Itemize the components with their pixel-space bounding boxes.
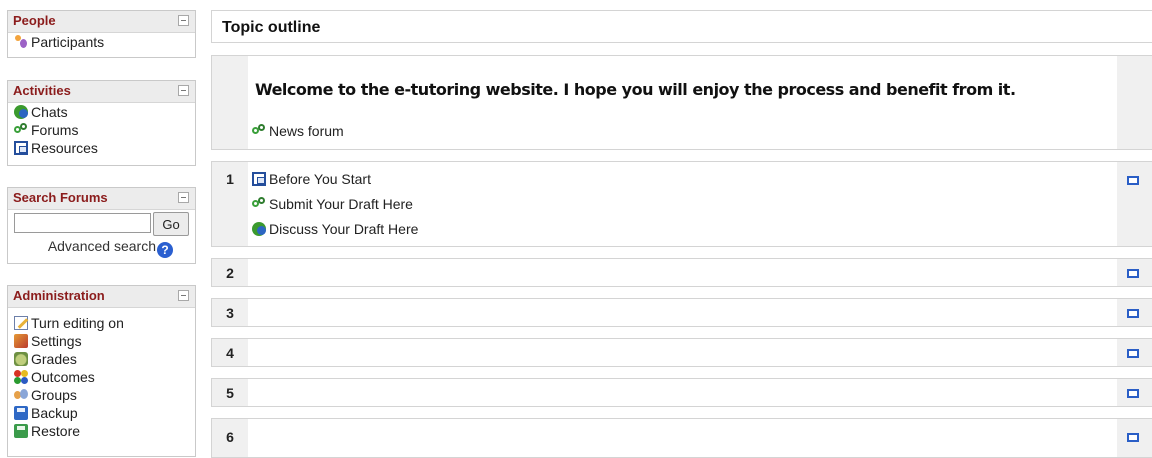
sidebar-item-turn-editing-on[interactable]: Turn editing on: [8, 314, 195, 332]
forum-icon: [252, 197, 266, 211]
sidebar-item-label: Turn editing on: [31, 315, 124, 331]
show-only-section-icon[interactable]: [1127, 309, 1139, 318]
administration-block-title: Administration: [13, 288, 105, 303]
people-block-title: People: [13, 13, 56, 28]
sidebar-item-settings[interactable]: Settings: [8, 332, 195, 350]
people-block-header: People: [8, 11, 195, 33]
section-number: 1: [226, 171, 234, 187]
settings-icon: [14, 334, 28, 348]
grades-icon: [14, 352, 28, 366]
sidebar-item-label: Grades: [31, 351, 77, 367]
go-button[interactable]: Go: [153, 212, 189, 236]
section-content: [248, 339, 1117, 366]
activity-news-forum[interactable]: News forum: [252, 123, 344, 139]
section-content: [248, 259, 1117, 286]
chat-icon: [252, 222, 266, 236]
collapse-icon[interactable]: [178, 192, 189, 203]
restore-icon: [14, 424, 28, 438]
section-1: 1 Before You Start Submit Your Draft Her…: [211, 161, 1152, 247]
section-number: 6: [226, 429, 234, 445]
people-block: People Participants: [7, 10, 196, 58]
section-6: 6: [211, 418, 1152, 458]
resource-icon: [14, 141, 28, 155]
activity-submit-your-draft-here[interactable]: Submit Your Draft Here: [252, 196, 413, 212]
section-number: 3: [226, 305, 234, 321]
welcome-message: Welcome to the e-tutoring website. I hop…: [255, 80, 1016, 99]
forum-icon: [252, 124, 266, 138]
chat-icon: [14, 105, 28, 119]
search-row: Go: [8, 210, 195, 236]
sidebar-item-label: Settings: [31, 333, 82, 349]
section-content: Welcome to the e-tutoring website. I hop…: [248, 56, 1117, 149]
groups-icon: [14, 388, 28, 402]
forum-icon: [14, 123, 28, 137]
advanced-search-link[interactable]: Advanced search: [48, 238, 156, 254]
show-only-section-icon[interactable]: [1127, 176, 1139, 185]
activity-label: Before You Start: [269, 171, 371, 187]
sidebar-item-resources[interactable]: Resources: [8, 139, 195, 157]
section-content: [248, 419, 1117, 457]
activity-label: Discuss Your Draft Here: [269, 221, 419, 237]
show-only-section-icon[interactable]: [1127, 269, 1139, 278]
sidebar-item-participants[interactable]: Participants: [8, 33, 195, 51]
section-3: 3: [211, 298, 1152, 327]
sidebar-item-groups[interactable]: Groups: [8, 386, 195, 404]
section-4: 4: [211, 338, 1152, 367]
section-content: [248, 299, 1117, 326]
search-forums-block-title: Search Forums: [13, 190, 108, 205]
resource-icon: [252, 172, 266, 186]
activity-label: News forum: [269, 123, 344, 139]
activities-block: Activities Chats Forums Resources: [7, 80, 196, 166]
activity-before-you-start[interactable]: Before You Start: [252, 171, 371, 187]
section-0: Welcome to the e-tutoring website. I hop…: [211, 55, 1152, 150]
sidebar-item-backup[interactable]: Backup: [8, 404, 195, 422]
sidebar-item-label: Backup: [31, 405, 78, 421]
search-forums-block: Search Forums Go Advanced search?: [7, 187, 196, 264]
show-only-section-icon[interactable]: [1127, 433, 1139, 442]
collapse-icon[interactable]: [178, 85, 189, 96]
topic-outline-header: Topic outline: [211, 10, 1152, 43]
section-number: 2: [226, 265, 234, 281]
show-only-section-icon[interactable]: [1127, 349, 1139, 358]
advanced-search-row: Advanced search?: [8, 236, 195, 258]
sidebar-item-label: Resources: [31, 140, 98, 156]
sidebar-item-label: Restore: [31, 423, 81, 439]
backup-icon: [14, 406, 28, 420]
sidebar-item-forums[interactable]: Forums: [8, 121, 195, 139]
participants-icon: [14, 35, 28, 49]
sidebar-item-label: Chats: [31, 104, 68, 120]
activity-discuss-your-draft-here[interactable]: Discuss Your Draft Here: [252, 221, 418, 237]
section-2: 2: [211, 258, 1152, 287]
search-input[interactable]: [14, 213, 151, 233]
sidebar-item-label: Forums: [31, 122, 79, 138]
sidebar-item-outcomes[interactable]: Outcomes: [8, 368, 195, 386]
activities-block-header: Activities: [8, 81, 195, 103]
sidebar-item-label: Outcomes: [31, 369, 95, 385]
collapse-icon[interactable]: [178, 290, 189, 301]
section-number: 5: [226, 385, 234, 401]
show-only-section-icon[interactable]: [1127, 389, 1139, 398]
collapse-icon[interactable]: [178, 15, 189, 26]
sidebar-item-label: Groups: [31, 387, 77, 403]
administration-block-header: Administration: [8, 286, 195, 308]
sidebar-item-restore[interactable]: Restore: [8, 422, 195, 440]
edit-icon: [14, 316, 28, 330]
activity-label: Submit Your Draft Here: [269, 196, 413, 212]
section-number: 4: [226, 345, 234, 361]
sidebar-item-chats[interactable]: Chats: [8, 103, 195, 121]
administration-block: Administration Turn editing on Settings …: [7, 285, 196, 457]
help-icon[interactable]: ?: [157, 242, 173, 258]
section-content: [248, 379, 1117, 406]
page-title: Topic outline: [222, 19, 321, 36]
activities-block-title: Activities: [13, 83, 71, 98]
search-forums-block-header: Search Forums: [8, 188, 195, 210]
outcomes-icon: [14, 370, 28, 384]
section-5: 5: [211, 378, 1152, 407]
section-content: Before You Start Submit Your Draft Here …: [248, 162, 1117, 246]
sidebar-item-grades[interactable]: Grades: [8, 350, 195, 368]
sidebar-item-label: Participants: [31, 34, 105, 50]
